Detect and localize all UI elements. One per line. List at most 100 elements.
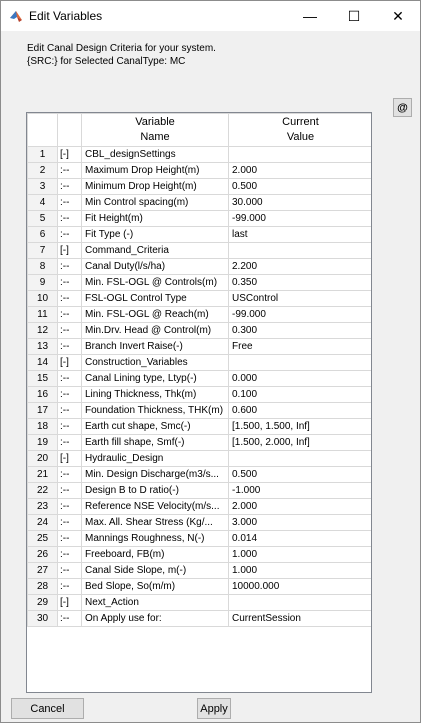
row-tree-marker: :-- [57, 530, 82, 547]
row-current-value[interactable]: 3.000 [228, 514, 371, 531]
row-current-value[interactable]: last [228, 226, 371, 243]
row-current-value[interactable]: -99.000 [228, 306, 371, 323]
row-current-value[interactable]: 0.100 [228, 386, 371, 403]
row-current-value[interactable]: 30.000 [228, 194, 371, 211]
variables-table[interactable]: Variable Name Current Value 1 [-] CBL_desi… [26, 112, 372, 693]
row-current-value[interactable] [228, 242, 371, 259]
table-row[interactable]: 13:-- Branch Invert Raise(-) Free [27, 338, 371, 355]
row-variable-name: On Apply use for: [81, 610, 229, 627]
row-current-value[interactable]: 2.000 [228, 162, 371, 179]
row-index: 25 [27, 530, 58, 547]
header-index [27, 113, 58, 147]
table-row[interactable]: 21:-- Min. Design Discharge(m3/s... 0.500 [27, 466, 371, 483]
row-tree-marker: :-- [57, 258, 82, 275]
row-tree-marker: [-] [57, 450, 82, 467]
description: Edit Canal Design Criteria for your syst… [27, 42, 216, 68]
row-tree-marker: :-- [57, 226, 82, 243]
row-current-value[interactable]: 0.000 [228, 370, 371, 387]
row-index: 4 [27, 194, 58, 211]
table-row[interactable]: 25:-- Mannings Roughness, N(-) 0.014 [27, 530, 371, 547]
row-variable-name: Fit Type (-) [81, 226, 229, 243]
table-row[interactable]: 10:-- FSL-OGL Control Type USControl [27, 290, 371, 307]
table-row[interactable]: 16:-- Lining Thickness, Thk(m) 0.100 [27, 386, 371, 403]
table-row[interactable]: 9:-- Min. FSL-OGL @ Controls(m) 0.350 [27, 274, 371, 291]
row-current-value[interactable] [228, 146, 371, 163]
header-current-value[interactable]: Current Value [228, 113, 371, 147]
table-row[interactable]: 22:-- Design B to D ratio(-) -1.000 [27, 482, 371, 499]
row-tree-marker: :-- [57, 498, 82, 515]
row-current-value[interactable]: 0.300 [228, 322, 371, 339]
table-row[interactable]: 12:-- Min.Drv. Head @ Control(m) 0.300 [27, 322, 371, 339]
table-row[interactable]: 6:-- Fit Type (-) last [27, 226, 371, 243]
row-variable-name: Freeboard, FB(m) [81, 546, 229, 563]
row-index: 5 [27, 210, 58, 227]
row-current-value[interactable]: 0.500 [228, 466, 371, 483]
row-variable-name: Reference NSE Velocity(m/s... [81, 498, 229, 515]
table-row[interactable]: 8:-- Canal Duty(l/s/ha) 2.200 [27, 258, 371, 275]
row-tree-marker: :-- [57, 306, 82, 323]
row-variable-name: Hydraulic_Design [81, 450, 229, 467]
row-variable-name: Mannings Roughness, N(-) [81, 530, 229, 547]
row-current-value[interactable]: 2.000 [228, 498, 371, 515]
row-tree-marker: :-- [57, 274, 82, 291]
table-row[interactable]: 30:-- On Apply use for: CurrentSession [27, 610, 371, 627]
row-index: 26 [27, 546, 58, 563]
row-current-value[interactable]: 1.000 [228, 562, 371, 579]
row-current-value[interactable]: USControl [228, 290, 371, 307]
table-row[interactable]: 18:-- Earth cut shape, Smc(-) [1.500, 1.50… [27, 418, 371, 435]
row-tree-marker: :-- [57, 386, 82, 403]
row-current-value[interactable]: [1.500, 1.500, Inf] [228, 418, 371, 435]
table-header-row: Variable Name Current Value [27, 113, 371, 147]
table-row[interactable]: 4:-- Min Control spacing(m) 30.000 [27, 194, 371, 211]
row-current-value[interactable]: [1.500, 2.000, Inf] [228, 434, 371, 451]
row-current-value[interactable] [228, 354, 371, 371]
table-row[interactable]: 24:-- Max. All. Shear Stress (Kg/... 3.000 [27, 514, 371, 531]
table-row[interactable]: 29 [-] Next_Action [27, 594, 371, 611]
row-current-value[interactable]: -1.000 [228, 482, 371, 499]
header-mark [57, 113, 82, 147]
minimize-button[interactable]: — [288, 1, 332, 31]
row-current-value[interactable]: 0.500 [228, 178, 371, 195]
apply-button[interactable]: Apply [197, 698, 231, 719]
header-variable-name[interactable]: Variable Name [81, 113, 229, 147]
table-row[interactable]: 20 [-] Hydraulic_Design [27, 450, 371, 467]
row-current-value[interactable]: 10000.000 [228, 578, 371, 595]
row-variable-name: Canal Side Slope, m(-) [81, 562, 229, 579]
cancel-button[interactable]: Cancel [11, 698, 84, 719]
close-button[interactable]: ✕ [376, 1, 420, 31]
row-current-value[interactable]: -99.000 [228, 210, 371, 227]
row-current-value[interactable] [228, 450, 371, 467]
row-current-value[interactable]: 2.200 [228, 258, 371, 275]
row-current-value[interactable]: 0.600 [228, 402, 371, 419]
table-row[interactable]: 11:-- Min. FSL-OGL @ Reach(m) -99.000 [27, 306, 371, 323]
row-index: 28 [27, 578, 58, 595]
table-row[interactable]: 27:-- Canal Side Slope, m(-) 1.000 [27, 562, 371, 579]
row-current-value[interactable]: Free [228, 338, 371, 355]
table-row[interactable]: 17:-- Foundation Thickness, THK(m) 0.600 [27, 402, 371, 419]
title-bar: Edit Variables — ☐ ✕ [1, 1, 420, 31]
at-button[interactable]: @ [393, 98, 412, 117]
row-index: 14 [27, 354, 58, 371]
row-current-value[interactable]: 0.014 [228, 530, 371, 547]
table-row[interactable]: 14 [-] Construction_Variables [27, 354, 371, 371]
row-current-value[interactable] [228, 594, 371, 611]
row-current-value[interactable]: 1.000 [228, 546, 371, 563]
row-index: 23 [27, 498, 58, 515]
table-row[interactable]: 26:-- Freeboard, FB(m) 1.000 [27, 546, 371, 563]
row-current-value[interactable]: CurrentSession [228, 610, 371, 627]
table-row[interactable]: 3:-- Minimum Drop Height(m) 0.500 [27, 178, 371, 195]
table-row[interactable]: 28:-- Bed Slope, So(m/m) 10000.000 [27, 578, 371, 595]
table-row[interactable]: 7 [-] Command_Criteria [27, 242, 371, 259]
table-row[interactable]: 15:-- Canal Lining type, Ltyp(-) 0.000 [27, 370, 371, 387]
row-tree-marker: :-- [57, 290, 82, 307]
table-row[interactable]: 2:-- Maximum Drop Height(m) 2.000 [27, 162, 371, 179]
table-row[interactable]: 23:-- Reference NSE Velocity(m/s... 2.000 [27, 498, 371, 515]
row-index: 30 [27, 610, 58, 627]
maximize-button[interactable]: ☐ [332, 1, 376, 31]
table-row[interactable]: 19:-- Earth fill shape, Smf(-) [1.500, 2.0… [27, 434, 371, 451]
row-current-value[interactable]: 0.350 [228, 274, 371, 291]
table-row[interactable]: 1 [-] CBL_designSettings [27, 146, 371, 163]
row-variable-name: Min Control spacing(m) [81, 194, 229, 211]
table-row[interactable]: 5:-- Fit Height(m) -99.000 [27, 210, 371, 227]
row-index: 18 [27, 418, 58, 435]
